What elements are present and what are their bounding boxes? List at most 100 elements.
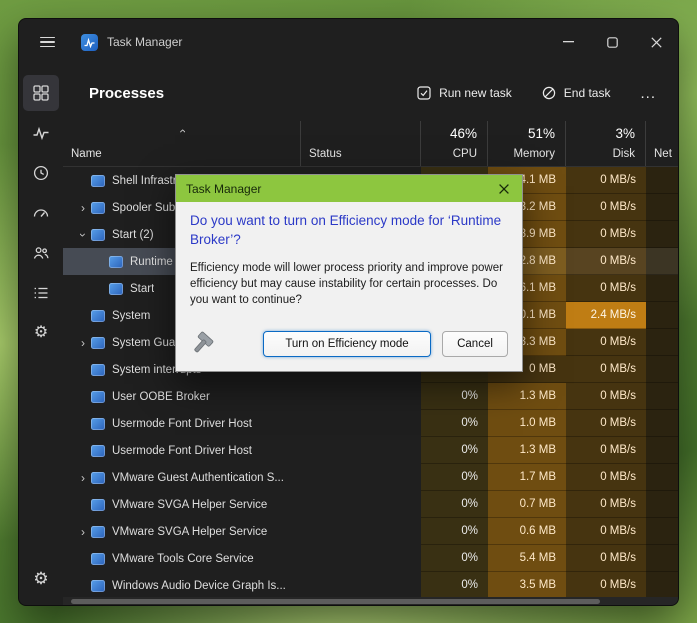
sort-ascending-icon: ›	[175, 129, 189, 133]
cancel-button[interactable]: Cancel	[442, 331, 508, 357]
dialog-heading: Do you want to turn on Efficiency mode f…	[190, 212, 502, 250]
memory-cell: 3.5 MB	[488, 572, 566, 599]
disk-cell: 0 MB/s	[566, 356, 646, 383]
processes-icon	[32, 84, 50, 102]
disk-cell: 0 MB/s	[566, 545, 646, 572]
dialog-titlebar: Task Manager	[176, 175, 522, 202]
network-cell	[646, 572, 678, 599]
memory-cell: 0.7 MB	[488, 491, 566, 518]
process-icon	[91, 337, 105, 349]
table-row[interactable]: VMware SVGA Helper Service 0% 0.7 MB 0 M…	[63, 491, 678, 518]
status-cell	[301, 545, 421, 572]
disk-cell: 0 MB/s	[566, 491, 646, 518]
sidebar-item-performance[interactable]	[23, 115, 59, 151]
toolbar-actions: Run new task End task ...	[407, 79, 666, 107]
app-history-icon	[32, 164, 50, 182]
table-row[interactable]: Windows Audio Device Graph Is... 0% 3.5 …	[63, 572, 678, 599]
disk-cell: 0 MB/s	[566, 410, 646, 437]
column-header-disk[interactable]: 3% Disk	[566, 121, 646, 166]
settings-icon: ⚙	[33, 569, 48, 589]
hammer-icon	[190, 329, 220, 359]
sidebar-item-app-history[interactable]	[23, 155, 59, 191]
startup-apps-icon	[32, 204, 50, 222]
expander-icon[interactable]	[75, 525, 91, 539]
expander-icon[interactable]	[75, 228, 91, 242]
page-toolbar: Processes Run new task End task ...	[63, 65, 678, 121]
process-icon	[91, 553, 105, 565]
column-header-cpu[interactable]: 46% CPU	[421, 121, 488, 166]
disk-cell: 0 MB/s	[566, 572, 646, 599]
process-icon	[109, 256, 123, 268]
process-icon	[91, 526, 105, 538]
end-task-icon	[542, 86, 556, 100]
column-header-memory[interactable]: 51% Memory	[488, 121, 566, 166]
process-icon	[109, 283, 123, 295]
horizontal-scrollbar[interactable]	[63, 597, 678, 605]
column-header-name[interactable]: › Name	[63, 121, 301, 166]
sidebar-item-processes[interactable]	[23, 75, 59, 111]
process-name-cell: Windows Audio Device Graph Is...	[63, 572, 301, 599]
table-row[interactable]: VMware Guest Authentication S... 0% 1.7 …	[63, 464, 678, 491]
end-task-label: End task	[564, 86, 611, 100]
process-name: VMware Guest Authentication S...	[112, 472, 284, 484]
sidebar-item-startup-apps[interactable]	[23, 195, 59, 231]
table-row[interactable]: VMware Tools Core Service 0% 5.4 MB 0 MB…	[63, 545, 678, 572]
turn-on-efficiency-mode-button[interactable]: Turn on Efficiency mode	[263, 331, 431, 357]
process-name: VMware SVGA Helper Service	[112, 499, 267, 511]
network-cell	[646, 437, 678, 464]
cpu-cell: 0%	[421, 491, 488, 518]
sidebar-item-services[interactable]: ⚙	[23, 315, 59, 351]
dialog-title: Task Manager	[186, 182, 261, 196]
column-header-network[interactable]: Net	[646, 121, 678, 166]
window-titlebar: Task Manager	[19, 19, 678, 65]
disk-cell: 0 MB/s	[566, 167, 646, 194]
menu-icon[interactable]	[27, 25, 67, 59]
process-name: Usermode Font Driver Host	[112, 418, 252, 430]
table-row[interactable]: Usermode Font Driver Host 0% 1.3 MB 0 MB…	[63, 437, 678, 464]
network-cell	[646, 545, 678, 572]
table-header: › Name Status 46% CPU 51% Memory	[63, 121, 678, 167]
network-cell	[646, 221, 678, 248]
maximize-icon[interactable]	[590, 19, 634, 65]
settings-button[interactable]: ⚙	[23, 561, 59, 597]
status-cell	[301, 491, 421, 518]
end-task-button[interactable]: End task	[532, 79, 621, 107]
network-cell	[646, 167, 678, 194]
table-row[interactable]: Usermode Font Driver Host 0% 1.0 MB 0 MB…	[63, 410, 678, 437]
scrollbar-thumb[interactable]	[71, 599, 600, 604]
process-name: User OOBE Broker	[112, 391, 210, 403]
sidebar-item-users[interactable]	[23, 235, 59, 271]
more-options-button[interactable]: ...	[630, 81, 666, 106]
cpu-cell: 0%	[421, 518, 488, 545]
minimize-icon[interactable]	[546, 19, 590, 65]
process-name: Start	[130, 283, 154, 295]
network-cell	[646, 329, 678, 356]
status-cell	[301, 410, 421, 437]
process-icon	[91, 391, 105, 403]
dialog-close-button[interactable]	[486, 175, 522, 202]
column-header-status[interactable]: Status	[301, 121, 421, 166]
run-new-task-button[interactable]: Run new task	[407, 79, 522, 107]
expander-icon[interactable]	[75, 201, 91, 215]
cpu-cell: 0%	[421, 410, 488, 437]
process-icon	[91, 580, 105, 592]
table-row[interactable]: User OOBE Broker 0% 1.3 MB 0 MB/s	[63, 383, 678, 410]
process-icon	[91, 418, 105, 430]
close-icon[interactable]	[634, 19, 678, 65]
sidebar-item-details[interactable]	[23, 275, 59, 311]
close-icon	[499, 184, 509, 194]
dialog-message: Efficiency mode will lower process prior…	[190, 260, 508, 308]
cpu-cell: 0%	[421, 572, 488, 599]
table-row[interactable]: VMware SVGA Helper Service 0% 0.6 MB 0 M…	[63, 518, 678, 545]
expander-icon[interactable]	[75, 336, 91, 350]
desktop: Task Manager	[0, 0, 697, 623]
disk-cell: 0 MB/s	[566, 275, 646, 302]
sidebar-nav: ⚙ ⚙	[19, 65, 63, 605]
memory-cell: 1.0 MB	[488, 410, 566, 437]
process-name-cell: Usermode Font Driver Host	[63, 437, 301, 464]
expander-icon[interactable]	[75, 471, 91, 485]
memory-cell: 1.7 MB	[488, 464, 566, 491]
status-cell	[301, 437, 421, 464]
process-icon	[91, 310, 105, 322]
network-cell	[646, 248, 678, 275]
